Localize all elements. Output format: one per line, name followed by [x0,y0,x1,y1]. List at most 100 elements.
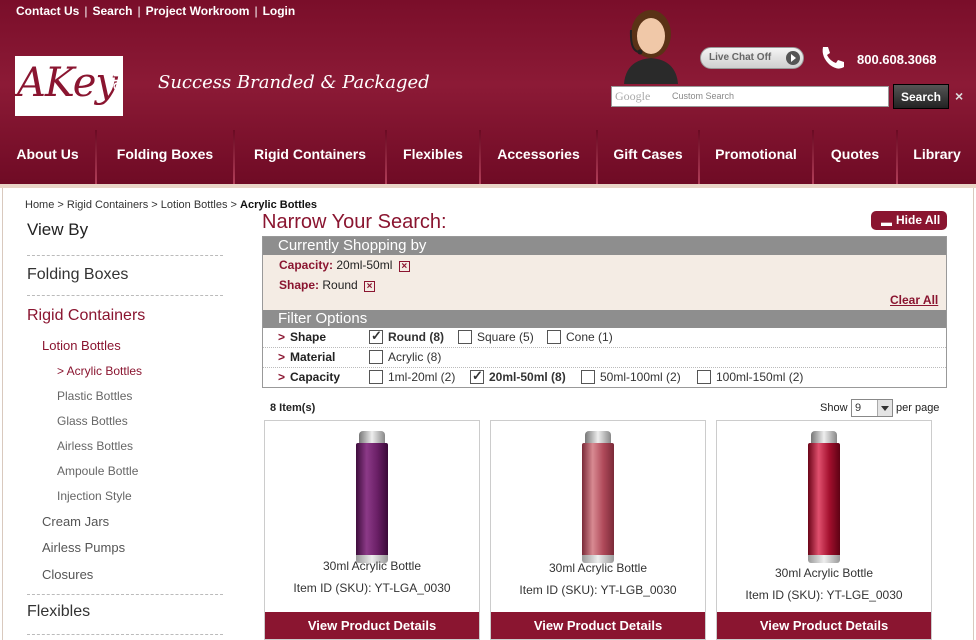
filter-label[interactable]: > Capacity [278,370,340,384]
product-card[interactable]: 30ml Acrylic Bottle Item ID (SKU): YT-LG… [490,420,706,640]
product-image[interactable] [808,431,840,563]
product-sku: Item ID (SKU): YT-LGB_0030 [519,583,677,597]
sidebar-item-closures[interactable]: Closures [42,567,93,582]
bottle-body [582,443,614,557]
sidebar-item-glass-bottles[interactable]: Glass Bottles [57,414,128,428]
site-header: Contact Us | Search | Project Workroom | Login… [0,0,976,188]
nav-rigid-containers[interactable]: Rigid Containers [235,124,385,186]
sidebar-item-cream-jars[interactable]: Cream Jars [42,514,109,529]
checkbox[interactable] [369,328,383,344]
chevron-down-icon[interactable] [877,400,892,416]
login-link[interactable]: Login [263,4,296,18]
search-input[interactable]: Custom Search [611,86,889,107]
product-card[interactable]: 30ml Acrylic Bottle Item ID (SKU): YT-LG… [264,420,480,640]
filter-panel: Currently Shopping by Capacity: 20ml-50m… [262,236,947,388]
checkbox[interactable] [697,370,711,384]
breadcrumb-home[interactable]: Home [25,199,54,211]
breadcrumb-lotion-bottles[interactable]: Lotion Bottles [161,199,228,211]
filter-option-50ml-100ml[interactable]: 50ml-100ml (2) [581,370,681,384]
breadcrumb-rigid-containers[interactable]: Rigid Containers [67,199,148,211]
breadcrumb-current: Acrylic Bottles [240,199,318,211]
breadcrumb-separator: > [151,199,158,211]
bottle-body [808,443,840,557]
item-count: 8 Item(s) [270,402,316,414]
logo[interactable]: AKey [15,56,123,116]
nav-accessories[interactable]: Accessories [481,124,596,186]
nav-folding-boxes[interactable]: Folding Boxes [97,124,233,186]
criteria-shape: Shape: Round × [279,278,376,292]
hide-all-button[interactable]: ▬ Hide All [871,211,947,230]
filter-option-20ml-50ml[interactable]: 20ml-50ml (8) [470,368,566,384]
sidebar-item-airless-bottles[interactable]: Airless Bottles [57,439,133,453]
product-image[interactable] [356,431,388,563]
bottle-base [808,555,840,563]
filter-label[interactable]: > Shape [278,330,326,344]
project-workroom-link[interactable]: Project Workroom [146,4,250,18]
support-agent-avatar [624,10,678,84]
sidebar-item-plastic-bottles[interactable]: Plastic Bottles [57,389,132,403]
checkbox[interactable] [369,350,383,364]
checkbox[interactable] [547,330,561,344]
sidebar-item-acrylic-bottles[interactable]: > Acrylic Bottles [57,364,142,378]
product-card[interactable]: 30ml Acrylic Bottle Item ID (SKU): YT-LG… [716,420,932,640]
criteria-key: Capacity: [279,258,334,272]
per-page-select[interactable]: 9 [851,399,893,417]
current-criteria: Capacity: 20ml-50ml × Shape: Round × Cle… [263,255,946,311]
product-name[interactable]: 30ml Acrylic Bottle [717,566,931,580]
filter-option-acrylic[interactable]: Acrylic (8) [369,350,441,364]
checkbox[interactable] [581,370,595,384]
live-chat-label: Live Chat Off [709,52,772,63]
remove-icon[interactable]: × [364,281,376,292]
checkbox[interactable] [458,330,472,344]
minus-icon: ▬ [881,217,892,229]
breadcrumb-separator: > [230,199,237,211]
close-icon[interactable]: × [955,88,963,104]
view-product-details-button[interactable]: View Product Details [265,612,479,639]
hide-all-label: Hide All [896,213,941,227]
nav-promotional[interactable]: Promotional [700,124,812,186]
sidebar-divider [27,594,223,595]
filter-option-1ml-20ml[interactable]: 1ml-20ml (2) [369,370,455,384]
product-name[interactable]: 30ml Acrylic Bottle [491,561,705,575]
view-product-details-button[interactable]: View Product Details [491,612,705,639]
filter-option-round[interactable]: Round (8) [369,328,444,344]
view-product-details-button[interactable]: View Product Details [717,612,931,639]
filter-option-square[interactable]: Square (5) [458,330,534,344]
sidebar-item-flexibles[interactable]: Flexibles [27,603,90,621]
show-label: Show [820,402,848,414]
sidebar-heading: View By [27,220,89,239]
sidebar-divider [27,255,223,256]
filter-option-cone[interactable]: Cone (1) [547,330,613,344]
filter-option-100ml-150ml[interactable]: 100ml-150ml (2) [697,370,803,384]
product-image[interactable] [582,431,614,563]
checkbox[interactable] [369,370,383,384]
tagline: Success Branded & Packaged [158,72,430,93]
product-name[interactable]: 30ml Acrylic Bottle [265,559,479,573]
per-page-label: per page [896,402,940,414]
per-page-value: 9 [855,402,862,414]
sidebar-item-lotion-bottles[interactable]: Lotion Bottles [42,338,121,353]
nav-flexibles[interactable]: Flexibles [387,124,479,186]
live-chat-button[interactable]: Live Chat Off [700,47,804,69]
nav-library[interactable]: Library [898,124,976,186]
sidebar-item-ampoule-bottle[interactable]: Ampoule Bottle [57,464,138,478]
sidebar-item-folding-boxes[interactable]: Folding Boxes [27,266,128,284]
search-link[interactable]: Search [92,4,132,18]
search-button[interactable]: Search [893,84,949,109]
nav-gift-cases[interactable]: Gift Cases [598,124,698,186]
breadcrumb: Home > Rigid Containers > Lotion Bottles… [25,199,317,211]
sidebar-item-rigid-containers[interactable]: Rigid Containers [27,307,145,325]
remove-icon[interactable]: × [398,261,410,272]
sidebar-item-injection-style[interactable]: Injection Style [57,489,132,503]
filter-row-material: > Material Acrylic (8) [263,348,946,368]
clear-all-link[interactable]: Clear All [890,293,938,307]
filter-row-capacity: >Capacity 1ml-20ml (2) 20ml-50ml (8) 50m… [263,368,946,388]
phone-number[interactable]: 800.608.3068 [857,52,937,67]
sidebar-item-airless-pumps[interactable]: Airless Pumps [42,540,125,555]
nav-quotes[interactable]: Quotes [814,124,896,186]
bottle-body [356,443,388,557]
nav-about-us[interactable]: About Us [0,124,95,186]
contact-us-link[interactable]: Contact Us [16,4,79,18]
filter-label[interactable]: > Material [278,350,335,364]
checkbox[interactable] [470,368,484,384]
